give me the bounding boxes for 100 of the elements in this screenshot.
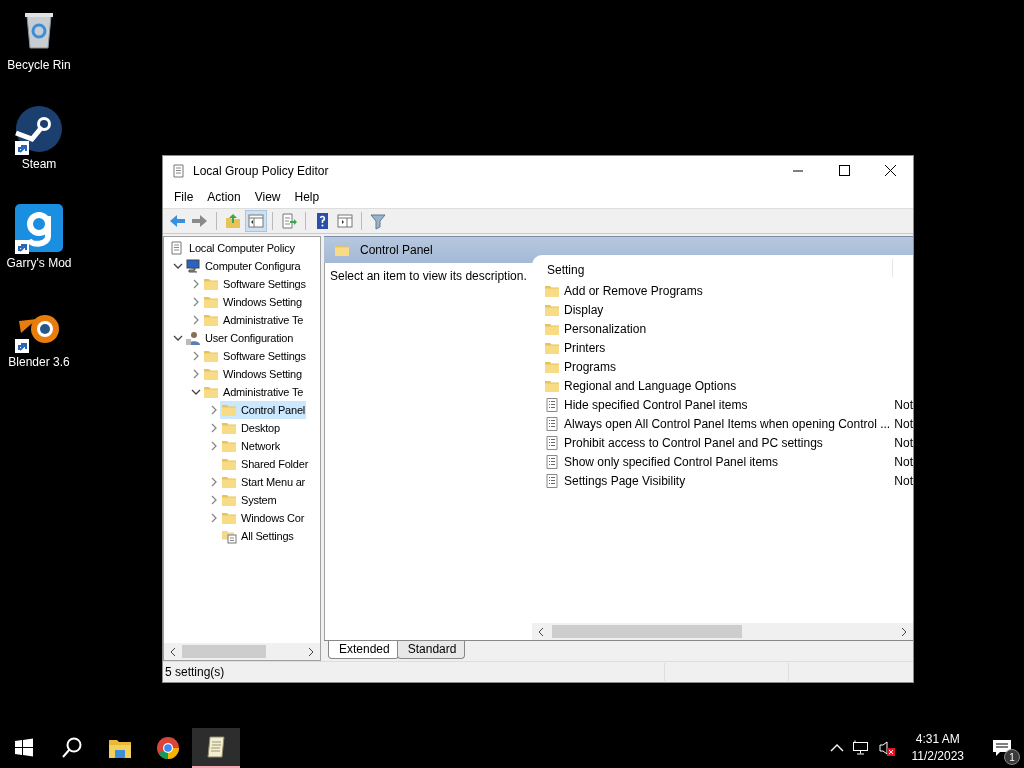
- user-icon: [185, 330, 201, 346]
- folder-icon: [221, 510, 237, 526]
- tree-item[interactable]: Software Settings: [202, 347, 307, 365]
- menu-item[interactable]: File: [167, 190, 201, 204]
- document-icon: [171, 163, 187, 179]
- tree-item[interactable]: Windows Setting: [202, 365, 303, 383]
- search-icon: [60, 736, 84, 760]
- list-item[interactable]: Always open All Control Panel Items when opening Control ...: [544, 415, 895, 432]
- tree-item[interactable]: Start Menu ar: [220, 473, 307, 491]
- clock[interactable]: 4:31 AM 11/2/2023: [903, 731, 972, 765]
- notification-icon[interactable]: [992, 739, 1012, 757]
- list-item[interactable]: Programs: [544, 358, 899, 375]
- settings-list-icon: [221, 528, 237, 544]
- setting-icon: [544, 396, 560, 413]
- folder-icon: [203, 384, 219, 400]
- menu-item[interactable]: Help: [287, 190, 327, 204]
- pane-icon: [247, 212, 265, 230]
- list-item[interactable]: Add or Remove Programs: [544, 282, 899, 299]
- desktop-icon-label[interactable]: Becycle Rin: [7, 58, 71, 72]
- list-item[interactable]: Personalization: [544, 320, 899, 337]
- volume-muted-icon[interactable]: [877, 740, 896, 756]
- folder-icon: [221, 474, 237, 490]
- folder-icon: [221, 420, 237, 436]
- desktop-icon-label[interactable]: Steam: [21, 157, 57, 171]
- letter-logo-icon[interactable]: [15, 204, 63, 252]
- desktop-icon-label[interactable]: Blender 3.6: [8, 355, 70, 369]
- tree-item[interactable]: Administrative Te: [202, 383, 305, 401]
- status-text: 5 setting(s): [164, 665, 226, 679]
- pane-button[interactable]: [245, 210, 267, 232]
- state-cell: Not: [894, 435, 913, 450]
- folder-icon: [221, 492, 237, 508]
- tree-item[interactable]: Network: [220, 437, 281, 455]
- setting-icon: [544, 415, 560, 432]
- list-item[interactable]: Display: [544, 301, 899, 318]
- folder-icon: [203, 276, 219, 292]
- state-cell: Not: [894, 416, 913, 431]
- folder-icon: [203, 366, 219, 382]
- scrollbar-thumb[interactable]: [182, 645, 266, 658]
- tree-item[interactable]: System: [220, 491, 278, 509]
- list-item[interactable]: Show only specified Control Panel items: [544, 453, 895, 470]
- view-tab[interactable]: Standard: [396, 641, 466, 659]
- scroll-right-icon[interactable]: [306, 646, 316, 657]
- state-cell: Not: [894, 454, 913, 469]
- network-icon[interactable]: [851, 740, 870, 756]
- menu-item[interactable]: Action: [200, 190, 248, 204]
- folder-up-icon: [224, 212, 242, 230]
- desktop-icon-label[interactable]: Garry's Mod: [6, 256, 72, 270]
- scroll-document-icon: [204, 735, 228, 759]
- tree-item[interactable]: Control Panel: [220, 401, 307, 419]
- window-title: Local Group Policy Editor: [193, 164, 329, 178]
- computer-icon: [185, 258, 201, 274]
- tree-item[interactable]: Computer Configura: [184, 257, 302, 275]
- tree-item[interactable]: All Settings: [220, 527, 295, 545]
- tree-item[interactable]: User Configuration: [184, 329, 295, 347]
- folder-icon: [203, 294, 219, 310]
- details-pane-icon: [336, 212, 354, 230]
- notification-badge: 1: [1004, 749, 1020, 765]
- tree-item[interactable]: Desktop: [220, 419, 281, 437]
- time-text: 4:31 AM: [915, 731, 960, 748]
- list-item[interactable]: Hide specified Control Panel items: [544, 396, 895, 413]
- chevron-up-icon[interactable]: [829, 743, 844, 753]
- taskbar-button[interactable]: [192, 728, 240, 768]
- scroll-left-icon[interactable]: [168, 646, 178, 657]
- state-cell: Not: [894, 397, 913, 412]
- scroll-right-icon[interactable]: [899, 626, 909, 637]
- tree-item[interactable]: Administrative Te: [202, 311, 305, 329]
- list-item[interactable]: Regional and Language Options: [544, 377, 899, 394]
- export-icon: [280, 212, 298, 230]
- pane-title: Control Panel: [360, 243, 433, 257]
- horizontal-scrollbar[interactable]: [532, 623, 913, 640]
- state-cell: Not: [894, 473, 913, 488]
- list-item[interactable]: Printers: [544, 339, 899, 356]
- tree-item[interactable]: Windows Cor: [220, 509, 306, 527]
- folder-icon: [334, 242, 350, 258]
- forward-arrow-icon: [191, 212, 209, 230]
- folder-icon: [221, 438, 237, 454]
- tree-item[interactable]: Shared Folder: [220, 455, 310, 473]
- back-arrow-icon: [168, 212, 186, 230]
- view-tab[interactable]: Extended: [328, 641, 399, 659]
- list-item[interactable]: Settings Page Visibility: [544, 472, 895, 489]
- setting-icon: [544, 472, 560, 489]
- column-header[interactable]: Setting: [544, 263, 892, 277]
- steam-icon[interactable]: [15, 105, 63, 153]
- folder-icon: [203, 348, 219, 364]
- tree-item[interactable]: Windows Setting: [202, 293, 303, 311]
- setting-icon: [544, 434, 560, 451]
- filter-icon: [369, 212, 387, 230]
- chrome-icon: [156, 736, 180, 760]
- tree-item[interactable]: Local Computer Policy: [168, 239, 296, 257]
- scroll-left-icon[interactable]: [536, 626, 546, 637]
- list-item[interactable]: Prohibit access to Control Panel and PC settings: [544, 434, 895, 451]
- horizontal-scrollbar[interactable]: [164, 643, 320, 660]
- tree-item[interactable]: Software Settings: [202, 275, 307, 293]
- folder-icon: [221, 402, 237, 418]
- document-icon: [169, 240, 185, 256]
- menu-item[interactable]: View: [247, 190, 288, 204]
- scrollbar-thumb[interactable]: [552, 625, 742, 638]
- folder-icon: [203, 312, 219, 328]
- date-text: 11/2/2023: [911, 748, 964, 765]
- setting-icon: [544, 453, 560, 470]
